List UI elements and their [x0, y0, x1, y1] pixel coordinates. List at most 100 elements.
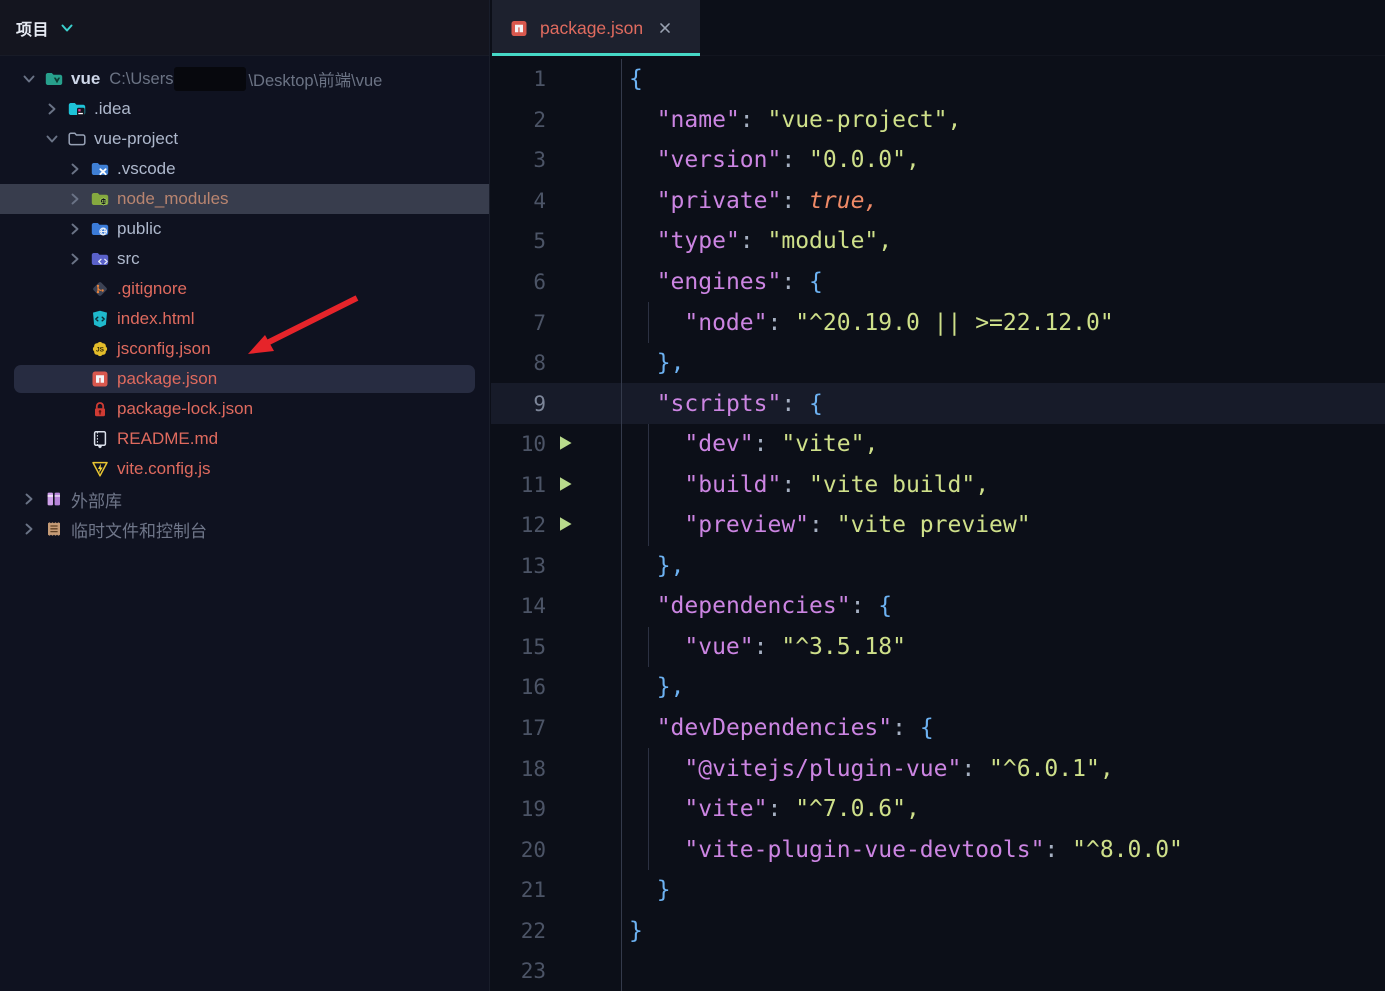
gutter: 11 [491, 464, 621, 505]
code-line-3[interactable]: 3 "version": "0.0.0", [491, 140, 1385, 181]
tree-item-idea[interactable]: .idea [0, 94, 489, 124]
code-line-20[interactable]: 20 "vite-plugin-vue-devtools": "^8.0.0" [491, 829, 1385, 870]
tree-item-package-json[interactable]: package.json [0, 364, 489, 394]
chevron-down-icon[interactable] [57, 18, 77, 38]
code-token: : [740, 228, 768, 254]
code-text[interactable]: "@vitejs/plugin-vue": "^6.0.1", [621, 748, 1385, 789]
folder-node-icon [90, 189, 110, 209]
code-line-22[interactable]: 22} [491, 910, 1385, 951]
code-line-21[interactable]: 21 } [491, 870, 1385, 911]
code-text[interactable]: "scripts": { [621, 383, 1385, 424]
code-line-13[interactable]: 13 }, [491, 546, 1385, 587]
code-text[interactable]: "vite-plugin-vue-devtools": "^8.0.0" [621, 829, 1385, 870]
run-script-icon[interactable] [555, 514, 581, 536]
code-line-1[interactable]: 1{ [491, 59, 1385, 100]
file-lock-icon [90, 399, 110, 419]
run-script-icon[interactable] [555, 474, 581, 496]
code-line-14[interactable]: 14 "dependencies": { [491, 586, 1385, 627]
tree-item-gitignore[interactable]: .gitignore [0, 274, 489, 304]
code-line-10[interactable]: 10 "dev": "vite", [491, 424, 1385, 465]
tree-item-index-html[interactable]: index.html [0, 304, 489, 334]
code-line-5[interactable]: 5 "type": "module", [491, 221, 1385, 262]
tree-item-package-lock-json[interactable]: package-lock.json [0, 394, 489, 424]
tree-item-node-modules[interactable]: node_modules [0, 184, 489, 214]
tree-item-vue-project[interactable]: vue-project [0, 124, 489, 154]
folder-plain-icon [67, 129, 87, 149]
code-text[interactable]: "name": "vue-project", [621, 100, 1385, 141]
tree-item-src[interactable]: src [0, 244, 489, 274]
project-panel: 项目 vueC:\Users\Desktop\前端\vue.ideavue-pr… [0, 0, 490, 991]
code-line-12[interactable]: 12 "preview": "vite preview" [491, 505, 1385, 546]
code-token: : [892, 715, 920, 741]
tab-close-icon[interactable] [656, 19, 674, 37]
chevron-spacer [66, 369, 90, 389]
line-number: 11 [491, 473, 546, 497]
code-text[interactable]: }, [621, 343, 1385, 384]
code-line-2[interactable]: 2 "name": "vue-project", [491, 100, 1385, 141]
chevron-right-icon[interactable] [66, 159, 90, 179]
code-text[interactable]: } [621, 870, 1385, 911]
code-token: , [864, 431, 878, 457]
project-panel-header[interactable]: 项目 [0, 0, 489, 56]
code-text[interactable]: "dependencies": { [621, 586, 1385, 627]
gutter-spacer [555, 758, 581, 780]
code-text[interactable]: } [621, 910, 1385, 951]
tree-item-readme-md[interactable]: README.md [0, 424, 489, 454]
chevron-down-icon[interactable] [43, 129, 67, 149]
tree-item-public[interactable]: public [0, 214, 489, 244]
code-line-17[interactable]: 17 "devDependencies": { [491, 708, 1385, 749]
code-line-6[interactable]: 6 "engines": { [491, 262, 1385, 303]
chevron-right-icon[interactable] [43, 99, 67, 119]
code-line-11[interactable]: 11 "build": "vite build", [491, 464, 1385, 505]
code-text[interactable]: "build": "vite build", [621, 464, 1385, 505]
gutter-spacer [555, 839, 581, 861]
code-text[interactable] [621, 951, 1385, 991]
tree-item-vscode[interactable]: .vscode [0, 154, 489, 184]
code-text[interactable]: "dev": "vite", [621, 424, 1385, 465]
run-script-icon[interactable] [555, 433, 581, 455]
chevron-spacer [66, 279, 90, 299]
code-text[interactable]: "devDependencies": { [621, 708, 1385, 749]
chevron-down-icon[interactable] [20, 69, 44, 89]
code-text[interactable]: { [621, 59, 1385, 100]
redaction-box [174, 67, 246, 91]
tree-item-jsconfig-json[interactable]: jsconfig.json [0, 334, 489, 364]
gutter-spacer [555, 312, 581, 334]
tab-package-json[interactable]: package.json [492, 0, 700, 56]
code-token: "scripts" [657, 391, 782, 417]
file-git-icon [90, 279, 110, 299]
code-text[interactable]: "node": "^20.19.0 || >=22.12.0" [621, 302, 1385, 343]
tree-item-vite-config-js[interactable]: vite.config.js [0, 454, 489, 484]
code-text[interactable]: "preview": "vite preview" [621, 505, 1385, 546]
code-text[interactable]: "vue": "^3.5.18" [621, 627, 1385, 668]
code-line-9[interactable]: 9 "scripts": { [491, 383, 1385, 424]
chevron-right-icon[interactable] [20, 519, 44, 539]
chevron-right-icon[interactable] [66, 219, 90, 239]
chevron-right-icon[interactable] [66, 249, 90, 269]
code-line-16[interactable]: 16 }, [491, 667, 1385, 708]
chevron-right-icon[interactable] [66, 189, 90, 209]
code-line-8[interactable]: 8 }, [491, 343, 1385, 384]
code-token: "dependencies" [657, 593, 851, 619]
code-text[interactable]: "type": "module", [621, 221, 1385, 262]
tree-item-外部库[interactable]: 外部库 [0, 484, 489, 514]
code-line-15[interactable]: 15 "vue": "^3.5.18" [491, 627, 1385, 668]
code-text[interactable]: "version": "0.0.0", [621, 140, 1385, 181]
code-text[interactable]: "vite": "^7.0.6", [621, 789, 1385, 830]
code-line-19[interactable]: 19 "vite": "^7.0.6", [491, 789, 1385, 830]
code-text[interactable]: }, [621, 546, 1385, 587]
code-line-23[interactable]: 23 [491, 951, 1385, 991]
tree-item-临时文件和控制台[interactable]: 临时文件和控制台 [0, 514, 489, 544]
chevron-right-icon[interactable] [20, 489, 44, 509]
code-text[interactable]: "engines": { [621, 262, 1385, 303]
code-text[interactable]: "private": true, [621, 181, 1385, 222]
tree-item-vue[interactable]: vueC:\Users\Desktop\前端\vue [0, 64, 489, 94]
code-line-4[interactable]: 4 "private": true, [491, 181, 1385, 222]
chevron-right-glyph [65, 189, 85, 209]
code-area[interactable]: 1{2 "name": "vue-project",3 "version": "… [491, 56, 1385, 991]
project-tree: vueC:\Users\Desktop\前端\vue.ideavue-proje… [0, 56, 489, 544]
code-line-7[interactable]: 7 "node": "^20.19.0 || >=22.12.0" [491, 302, 1385, 343]
gutter-spacer [555, 595, 581, 617]
code-line-18[interactable]: 18 "@vitejs/plugin-vue": "^6.0.1", [491, 748, 1385, 789]
code-text[interactable]: }, [621, 667, 1385, 708]
